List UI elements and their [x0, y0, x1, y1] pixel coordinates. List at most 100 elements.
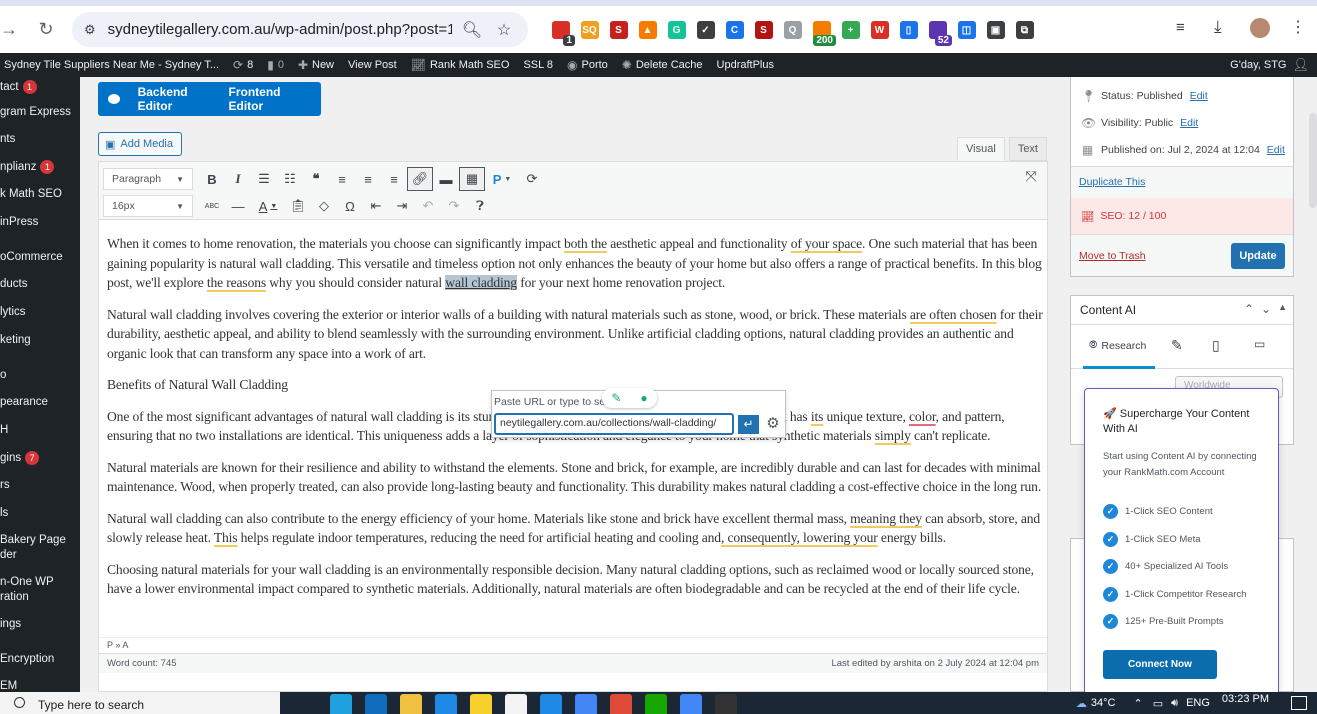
sidebar-item[interactable]: ls: [0, 506, 8, 521]
toolbar-toggle-icon[interactable]: ▦: [459, 167, 485, 191]
update-button[interactable]: Update: [1231, 243, 1285, 269]
move-to-trash-link[interactable]: Move to Trash: [1079, 250, 1146, 262]
tab-visual[interactable]: Visual: [957, 137, 1005, 161]
paragraph-dropdown-icon[interactable]: P ▼: [485, 167, 519, 191]
admin-bar-updraft[interactable]: UpdraftPlus: [710, 59, 781, 71]
admin-bar-rank-math[interactable]: 📈︎ Rank Math SEO: [404, 58, 517, 72]
grammar-suggestion[interactable]: its: [811, 409, 824, 424]
download-icon[interactable]: ⤓: [1214, 17, 1222, 37]
menu-kebab-icon[interactable]: ⋮: [1290, 17, 1306, 37]
ext-200-icon[interactable]: 200: [807, 18, 836, 46]
sidebar-item[interactable]: tact 1: [0, 80, 37, 95]
chevron-down-icon[interactable]: ⌄: [1261, 302, 1271, 316]
lightbulb-icon[interactable]: ●: [640, 391, 647, 405]
ext-s-red-icon[interactable]: S: [749, 18, 778, 42]
text-color-icon[interactable]: A ▼: [251, 194, 285, 218]
admin-bar-site[interactable]: Sydney Tile Suppliers Near Me - Sydney T…: [0, 59, 226, 71]
sidebar-item[interactable]: keting: [0, 333, 31, 348]
link-icon[interactable]: 🔗︎: [407, 167, 433, 191]
edit-status-link[interactable]: Edit: [1190, 90, 1208, 102]
format-select[interactable]: Paragraph ▼: [103, 168, 193, 190]
admin-bar-view-post[interactable]: View Post: [341, 59, 404, 71]
profile-avatar[interactable]: [1250, 18, 1270, 38]
notepad-taskbar-icon[interactable]: [505, 694, 527, 714]
align-center-icon[interactable]: ≡: [355, 167, 381, 191]
weather-icon[interactable]: ☁: [1076, 697, 1087, 710]
frontend-editor-button[interactable]: Frontend Editor: [228, 85, 303, 113]
bookmark-star-icon[interactable]: ☆: [492, 20, 516, 40]
add-media-button[interactable]: ▣ Add Media: [98, 132, 182, 156]
paste-text-icon[interactable]: 📋︎: [285, 194, 311, 218]
chevron-up-icon[interactable]: ⌃: [1244, 302, 1254, 316]
edge-taskbar-icon[interactable]: [330, 694, 352, 714]
ext-puzzle-icon[interactable]: ⧉: [1010, 18, 1039, 42]
bold-icon[interactable]: B: [199, 167, 225, 191]
horizontal-line-icon[interactable]: —: [225, 194, 251, 218]
seo-score[interactable]: 📈︎ SEO: 12 / 100: [1071, 198, 1293, 234]
grammar-suggestion[interactable]: , consequently, lowering your: [721, 530, 878, 545]
forward-icon[interactable]: →: [0, 15, 18, 43]
spelling-suggestion[interactable]: color: [909, 409, 936, 424]
store-taskbar-icon[interactable]: [540, 694, 562, 714]
grammar-suggestion[interactable]: of your space: [791, 236, 862, 251]
edit-visibility-link[interactable]: Edit: [1180, 117, 1198, 129]
link-url-input[interactable]: neytilegallery.com.au/collections/wall-c…: [494, 413, 734, 435]
taskbar-search[interactable]: Type here to search: [0, 692, 228, 714]
admin-bar-delete-cache[interactable]: ✺ Delete Cache: [615, 58, 710, 72]
sidebar-item[interactable]: Encryption: [0, 652, 54, 667]
tab-text[interactable]: Text: [1008, 137, 1047, 161]
italic-icon[interactable]: I: [225, 167, 251, 191]
sidebar-item[interactable]: inPress: [0, 215, 38, 230]
ext-c-icon[interactable]: C: [720, 18, 749, 42]
admin-bar-account[interactable]: G'day, STG 👤︎: [1230, 53, 1309, 77]
tab-research[interactable]: ⦾ Research: [1089, 339, 1146, 352]
ext-grammarly-icon[interactable]: G: [662, 18, 691, 42]
sidebar-item[interactable]: ings: [0, 617, 21, 632]
ext-cart-icon[interactable]: W: [865, 18, 894, 42]
ext-check-icon[interactable]: ✓: [691, 18, 720, 42]
grammar-suggestion[interactable]: simply: [875, 428, 911, 443]
align-left-icon[interactable]: ≡: [329, 167, 355, 191]
upwork-taskbar-icon[interactable]: [645, 694, 667, 714]
font-size-select[interactable]: 16px ▼: [103, 195, 193, 217]
ext-alt-icon[interactable]: Q: [778, 18, 807, 42]
redo-icon[interactable]: ↷: [441, 194, 467, 218]
link-options-gear-icon[interactable]: ⚙: [763, 414, 783, 434]
address-bar[interactable]: ⚙ sydneytilegallery.com.au/wp-admin/post…: [72, 12, 528, 47]
sidebar-item[interactable]: Bakery Page: [0, 533, 66, 548]
task-view-taskbar-icon[interactable]: [295, 694, 317, 714]
tray-chevron-icon[interactable]: ⌃: [1134, 697, 1143, 710]
numbered-list-icon[interactable]: ☷: [277, 167, 303, 191]
volume-icon[interactable]: 🔊︎: [1171, 697, 1178, 710]
admin-bar-ssl[interactable]: SSL 8: [516, 59, 560, 71]
blockquote-icon[interactable]: ❝: [303, 167, 329, 191]
fullscreen-icon[interactable]: ⤧: [1021, 168, 1041, 188]
notifications-icon[interactable]: [1291, 696, 1307, 710]
reload-icon[interactable]: ↻: [32, 15, 60, 43]
read-more-icon[interactable]: ▬: [433, 167, 459, 191]
indent-icon[interactable]: ⇥: [389, 194, 415, 218]
sidebar-item[interactable]: gram Express: [0, 105, 71, 120]
ext-sq-icon[interactable]: SQ: [575, 18, 604, 42]
grammar-suggestion[interactable]: both the: [564, 236, 607, 251]
admin-bar-comments[interactable]: ▮ 0: [260, 58, 291, 72]
bullet-list-icon[interactable]: ☰: [251, 167, 277, 191]
apply-link-button[interactable]: ↵: [738, 415, 759, 434]
ext-tag-icon[interactable]: ◫: [952, 18, 981, 42]
ext-pip-icon[interactable]: ▣: [981, 18, 1010, 42]
ext-seo-icon[interactable]: S: [604, 18, 633, 42]
grammar-suggestion[interactable]: meaning they: [850, 511, 922, 526]
sidebar-item[interactable]: n-One WP: [0, 575, 54, 590]
sidebar-item[interactable]: lytics: [0, 305, 26, 320]
sidebar-item[interactable]: EM: [0, 679, 17, 692]
sidebar-item[interactable]: gins 7: [0, 451, 40, 466]
grammar-suggestion[interactable]: are often chosen: [910, 307, 997, 322]
scrollbar-thumb[interactable]: [1309, 113, 1317, 208]
collapse-triangle-icon[interactable]: ▲: [1278, 302, 1287, 316]
sidebar-item[interactable]: pearance: [0, 395, 48, 410]
sidebar-item[interactable]: nplianz 1: [0, 160, 55, 175]
help-icon[interactable]: ❓︎: [467, 194, 493, 218]
admin-bar-new[interactable]: ✚ New: [291, 58, 341, 72]
clear-formatting-icon[interactable]: ◇: [311, 194, 337, 218]
refresh-icon[interactable]: ⟳: [519, 167, 545, 191]
